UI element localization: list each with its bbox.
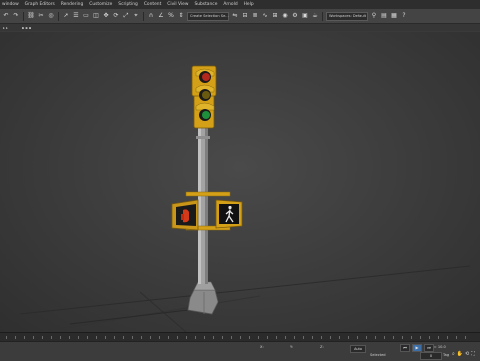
grid-line [139,291,187,332]
dont-walk-hand-thumb [181,214,184,220]
ped-bracket-top [185,191,231,197]
angle-snap-icon[interactable]: ∠ [157,12,165,20]
selection-filter-dropdown[interactable]: Create Selection Se... [187,11,229,21]
yellow-light [202,91,210,99]
grid-line [19,265,471,315]
coord-z-label[interactable]: Z: [320,345,324,349]
save-icon[interactable]: ▦ [390,12,398,20]
menu-item-window[interactable]: window [2,2,19,7]
menu-item-graph-editors[interactable]: Graph Editors [25,2,55,7]
pole-shaft-shadow [205,124,208,284]
grid-line [39,295,261,332]
menu-bar: window Graph Editors Rendering Customize… [0,0,480,9]
menu-item-substance[interactable]: Substance [194,2,217,7]
render-frame-icon[interactable]: ▣ [301,12,309,20]
schematic-icon[interactable]: ⊞ [271,12,279,20]
maximize-icon[interactable]: ⛶ [471,351,475,357]
undo-icon[interactable]: ↶ [2,12,10,20]
render-icon[interactable]: ☕ [311,12,319,20]
status-bar: X: Y: Z: Auto Selected Grid = 10.0 Add T… [0,341,480,361]
percent-snap-icon[interactable]: % [167,12,175,20]
pole-ring [196,136,210,139]
toolbar-divider [58,11,59,21]
coord-y-label[interactable]: Y: [290,345,293,349]
scale-icon[interactable]: ⤢ [122,12,130,20]
timeline-ticks [6,336,474,339]
auto-key-button[interactable]: Auto [350,345,366,353]
spinner-snap-icon[interactable]: ⇕ [177,12,185,20]
play-icon[interactable]: ▶ [412,344,422,352]
align-icon[interactable]: ⊟ [241,12,249,20]
toolbar-divider [143,11,144,21]
toolbar-divider [322,11,323,21]
menu-item-help[interactable]: Help [244,2,254,7]
viewport-nav-icons: ⌕ ✋ ⟲ ⛶ [452,351,475,357]
menu-item-customize[interactable]: Customize [89,2,112,7]
curve-editor-icon[interactable]: ∿ [261,12,269,20]
scene-render [19,65,471,332]
material-icon[interactable]: ◉ [281,12,289,20]
red-light [202,73,210,81]
workspace-dropdown[interactable]: Workspaces: Default [326,11,368,21]
menu-item-rendering[interactable]: Rendering [61,2,83,7]
keys-selected-label[interactable]: Selected [370,353,386,357]
current-frame-field[interactable]: 0 [420,352,442,360]
go-to-start-icon[interactable]: ⏮ [400,344,410,352]
menu-item-scripting[interactable]: Scripting [118,2,138,7]
pole-shaft-highlight [198,124,201,284]
place-icon[interactable]: ⌖ [132,12,140,20]
toolbar-divider [23,11,24,21]
go-to-end-icon[interactable]: ⏭ [424,344,434,352]
coord-x-label[interactable]: X: [260,345,264,349]
mirror-icon[interactable]: ⇋ [231,12,239,20]
redo-icon[interactable]: ↷ [12,12,20,20]
move-icon[interactable]: ✥ [102,12,110,20]
menu-item-content[interactable]: Content [144,2,161,7]
ribbon-tab[interactable]: ▸ ▸ [3,26,8,30]
perspective-viewport[interactable] [0,32,480,332]
green-light [202,111,210,119]
folder-icon[interactable]: ▤ [380,12,388,20]
link-icon[interactable]: ⛓ [27,12,35,20]
grid-line [69,307,206,325]
unlink-icon[interactable]: ✂ [37,12,45,20]
menu-item-civil-view[interactable]: Civil View [167,2,188,7]
region-icon[interactable]: ▭ [82,12,90,20]
select-icon[interactable]: ➚ [62,12,70,20]
rotate-icon[interactable]: ⟳ [112,12,120,20]
ribbon-tabs: ▸ ▸ ▪ ▪ ▪ [0,24,480,31]
select-list-icon[interactable]: ☰ [72,12,80,20]
ribbon-tab[interactable]: ▪ ▪ ▪ [22,26,32,30]
pole-base [187,289,219,315]
render-setup-icon[interactable]: ⚙ [291,12,299,20]
zoom-icon[interactable]: ⌕ [452,351,455,357]
orbit-icon[interactable]: ⟲ [465,351,469,357]
layers-icon[interactable]: ≣ [251,12,259,20]
pin-icon[interactable]: ⚲ [370,12,378,20]
bind-icon[interactable]: ◎ [47,12,55,20]
main-toolbar: ↶ ↷ ⛓ ✂ ◎ ➚ ☰ ▭ ◫ ✥ ⟳ ⤢ ⌖ ∩ ∠ % ⇕ Create… [0,9,480,24]
playback-controls: ⏮ ▶ ⏭ [400,344,434,352]
help-icon[interactable]: ? [400,12,408,20]
pan-icon[interactable]: ✋ [457,351,463,357]
window-crossing-icon[interactable]: ◫ [92,12,100,20]
snap-icon[interactable]: ∩ [147,12,155,20]
menu-item-arnold[interactable]: Arnold [223,2,237,7]
